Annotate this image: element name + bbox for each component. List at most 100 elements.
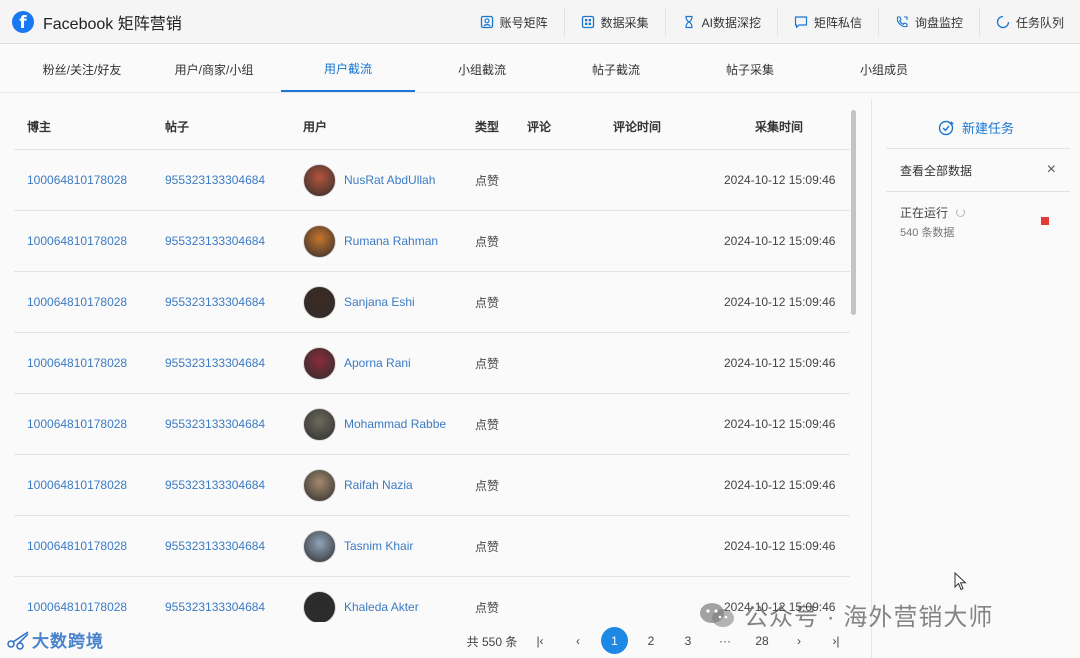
type-cell: 点赞 <box>475 417 500 432</box>
post-id-link[interactable]: 955323133304684 <box>165 478 265 492</box>
collect-time-cell: 2024-10-12 15:09:46 <box>724 234 836 248</box>
user-name-cell: Tasnim Khair <box>303 516 413 576</box>
nav-matrix-messages[interactable]: 矩阵私信 <box>776 8 878 36</box>
post-id-cell: 955323133304684 <box>165 394 265 454</box>
blogger-id-link[interactable]: 100064810178028 <box>27 478 127 492</box>
table-row[interactable]: 100064810178028 955323133304684 Sanjana Es… <box>14 272 850 333</box>
table-scrollbar[interactable] <box>851 110 856 315</box>
column-header-type: 类型 <box>475 120 500 134</box>
avatar[interactable] <box>303 163 336 197</box>
nav-label: 账号矩阵 <box>499 15 548 30</box>
nav-task-queue[interactable]: 任务队列 <box>978 8 1080 36</box>
post-id-link[interactable]: 955323133304684 <box>165 417 265 431</box>
blogger-id-link[interactable]: 100064810178028 <box>27 356 127 370</box>
tab-users-merchants-groups[interactable]: 用户/商家/小组 <box>156 46 272 92</box>
blogger-id-link[interactable]: 100064810178028 <box>27 295 127 309</box>
blogger-id-link[interactable]: 100064810178028 <box>27 417 127 431</box>
avatar[interactable] <box>303 224 336 258</box>
page-3-button[interactable]: 3 <box>678 626 698 656</box>
post-id-link[interactable]: 955323133304684 <box>165 356 265 370</box>
prev-page-button[interactable]: ‹ <box>568 626 588 656</box>
avatar[interactable] <box>303 285 336 319</box>
type-cell: 点赞 <box>475 577 499 622</box>
user-name-link[interactable]: Aporna Rani <box>344 356 411 370</box>
post-id-link[interactable]: 955323133304684 <box>165 539 265 553</box>
blogger-id-cell: 100064810178028 <box>27 394 127 454</box>
user-name-link[interactable]: Rumana Rahman <box>344 234 438 248</box>
type-cell: 点赞 <box>475 455 499 515</box>
nav-label: 矩阵私信 <box>813 15 862 30</box>
new-task-button[interactable]: 新建任务 <box>938 118 1014 137</box>
collect-time-cell: 2024-10-12 15:09:46 <box>724 455 835 515</box>
type-cell: 点赞 <box>475 356 500 371</box>
post-id-cell: 955323133304684 <box>165 577 265 622</box>
view-all-data-row[interactable]: 查看全部数据 × <box>886 148 1070 192</box>
avatar[interactable] <box>303 407 336 441</box>
table-header: 博主 帖子 用户 类型 评论 评论时间 采集时间 <box>14 100 850 150</box>
user-name-link[interactable]: Raifah Nazia <box>344 478 413 492</box>
user-name-cell: Raifah Nazia <box>303 455 413 515</box>
table-row[interactable]: 100064810178028 955323133304684 NusRat Abd… <box>14 150 850 211</box>
avatar[interactable] <box>303 468 336 502</box>
tab-post-collection[interactable]: 帖子采集 <box>692 46 808 92</box>
post-id-cell: 955323133304684 <box>165 150 265 210</box>
brand-watermark-text: 大数跨境 <box>32 632 104 651</box>
blogger-id-link[interactable]: 100064810178028 <box>27 173 127 187</box>
blogger-id-link[interactable]: 100064810178028 <box>27 234 127 248</box>
blogger-id-link[interactable]: 100064810178028 <box>27 539 127 553</box>
user-name-cell: Mohammad Rabbe <box>303 394 446 454</box>
tab-group-intercept[interactable]: 小组截流 <box>424 46 540 92</box>
blogger-id-cell: 100064810178028 <box>27 577 127 622</box>
data-table: 博主 帖子 用户 类型 评论 评论时间 采集时间 100064810178028… <box>14 100 850 622</box>
app-header: f Facebook 矩阵营销 账号矩阵 数据采集 AI数据深挖 矩阵私信 询盘… <box>0 0 1080 44</box>
first-page-button[interactable]: |‹ <box>530 626 550 656</box>
table-row[interactable]: 100064810178028 955323133304684 Mohammad R… <box>14 394 850 455</box>
watermark-text: 公众号 · 海外营销大师 <box>744 604 994 631</box>
user-name-link[interactable]: NusRat AbdUllah <box>344 173 435 187</box>
user-name-link[interactable]: Khaleda Akter <box>344 600 419 614</box>
avatar[interactable] <box>303 590 336 622</box>
table-row[interactable]: 100064810178028 955323133304684 Tasnim Kha… <box>14 516 850 577</box>
nav-label: 任务队列 <box>1015 15 1064 30</box>
nav-ai-mining[interactable]: AI数据深挖 <box>664 8 777 36</box>
page-1-button[interactable]: 1 <box>601 627 628 654</box>
nav-account-matrix[interactable]: 账号矩阵 <box>464 8 564 36</box>
collect-time-cell: 2024-10-12 15:09:46 <box>724 478 836 492</box>
task-status-label: 正在运行 <box>900 206 949 220</box>
user-name-link[interactable]: Tasnim Khair <box>344 539 413 553</box>
close-icon[interactable]: × <box>1047 161 1056 179</box>
user-name-link[interactable]: Sanjana Eshi <box>344 295 415 309</box>
table-row[interactable]: 100064810178028 955323133304684 Aporna Ran… <box>14 333 850 394</box>
nav-label: AI数据深挖 <box>701 15 761 30</box>
user-name-link[interactable]: Mohammad Rabbe <box>344 417 446 431</box>
loading-icon <box>996 15 1010 29</box>
page-2-button[interactable]: 2 <box>641 626 661 656</box>
post-id-link[interactable]: 955323133304684 <box>165 600 265 614</box>
nav-label: 询盘监控 <box>914 15 963 30</box>
collect-time-cell: 2024-10-12 15:09:46 <box>724 417 836 431</box>
blogger-id-link[interactable]: 100064810178028 <box>27 600 127 614</box>
tab-fans-follows-friends[interactable]: 粉丝/关注/好友 <box>24 46 140 92</box>
post-id-link[interactable]: 955323133304684 <box>165 295 265 309</box>
collect-time-cell: 2024-10-12 15:09:46 <box>724 295 836 309</box>
tab-post-intercept[interactable]: 帖子截流 <box>558 46 674 92</box>
post-id-cell: 955323133304684 <box>165 272 265 332</box>
column-header-user: 用户 <box>303 120 328 134</box>
post-id-link[interactable]: 955323133304684 <box>165 234 265 248</box>
task-status: 正在运行 <box>900 204 966 221</box>
tab-bar: 粉丝/关注/好友 用户/商家/小组 用户截流 小组截流 帖子截流 帖子采集 小组… <box>0 46 1080 93</box>
table-row[interactable]: 100064810178028 955323133304684 Raifah Naz… <box>14 455 850 516</box>
nav-inquiry-monitor[interactable]: 询盘监控 <box>877 8 979 36</box>
stop-task-button[interactable] <box>1041 217 1049 225</box>
tab-user-intercept[interactable]: 用户截流 <box>281 46 415 92</box>
user-name-cell: NusRat AbdUllah <box>303 150 435 210</box>
tab-group-members[interactable]: 小组成员 <box>826 46 942 92</box>
avatar[interactable] <box>303 346 336 380</box>
table-row[interactable]: 100064810178028 955323133304684 Rumana Rah… <box>14 211 850 272</box>
nav-data-collection[interactable]: 数据采集 <box>563 8 665 36</box>
blogger-id-cell: 100064810178028 <box>27 211 127 271</box>
blogger-id-cell: 100064810178028 <box>27 455 127 515</box>
post-id-link[interactable]: 955323133304684 <box>165 173 265 187</box>
column-header-post: 帖子 <box>165 120 190 134</box>
avatar[interactable] <box>303 529 336 563</box>
